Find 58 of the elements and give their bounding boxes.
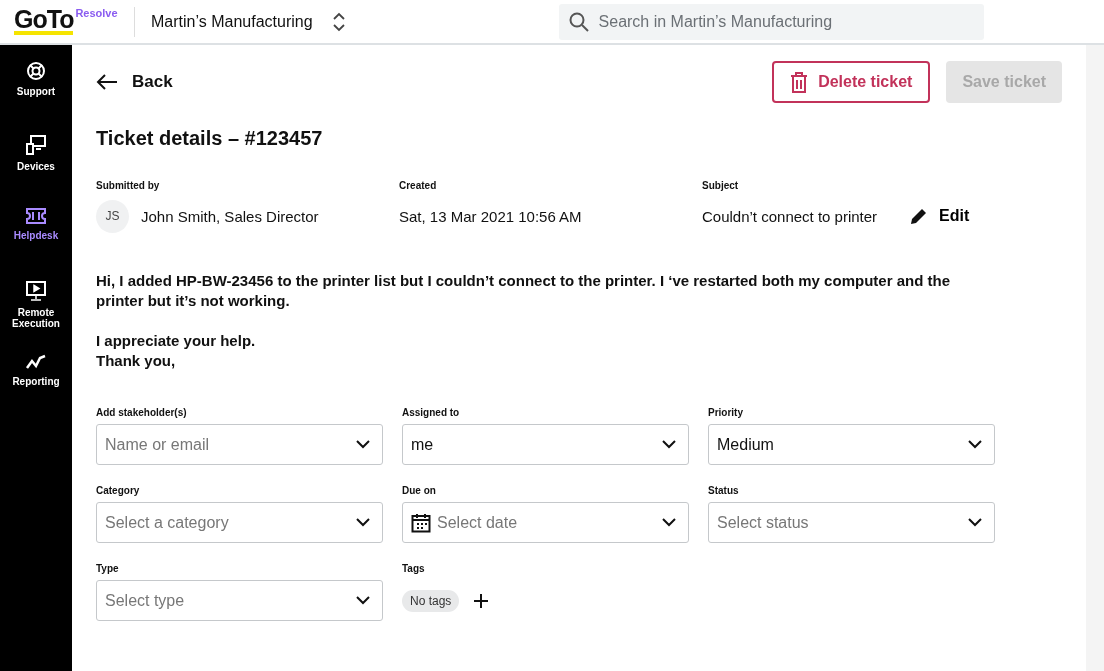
lifebuoy-icon — [26, 61, 46, 81]
plus-icon — [473, 592, 490, 609]
field-label: Status — [708, 485, 740, 496]
line-chart-icon — [25, 353, 47, 371]
dropdown-select[interactable]: me — [402, 424, 689, 465]
field-label: Priority — [708, 407, 744, 418]
meta-label: Submitted by — [96, 180, 161, 191]
field-label: Add stakeholder(s) — [96, 407, 188, 418]
delete-button[interactable]: Delete ticket — [772, 61, 931, 103]
dropdown-select[interactable]: Select a category — [96, 502, 383, 543]
arrow-left-icon — [96, 74, 118, 90]
chevron-down-icon — [662, 518, 676, 527]
page-title: Ticket details – #123457 — [96, 127, 324, 150]
chevron-down-icon — [356, 518, 370, 527]
field-label: Type — [96, 563, 120, 574]
field-label: Tags — [402, 563, 426, 574]
sidebar-item[interactable]: Remote Execution — [0, 276, 72, 349]
chevron-down-icon — [356, 440, 370, 449]
dropdown-select[interactable]: Select type — [96, 580, 383, 621]
chevron-down-icon — [356, 596, 370, 605]
meta-value: John Smith, Sales Director — [141, 207, 319, 225]
add-tag-button[interactable] — [473, 592, 490, 609]
meta-label: Subject — [702, 180, 740, 191]
meta-value: Couldn’t connect to printer — [702, 207, 878, 225]
sidebar-item[interactable]: Helpdesk — [0, 203, 72, 276]
calendar-icon — [411, 512, 431, 533]
monitor-play-icon — [25, 280, 47, 302]
product-label: Resolve — [75, 6, 118, 19]
tag-chip: No tags — [402, 589, 460, 612]
chevron-down-icon — [662, 440, 676, 449]
meta-value: Sat, 13 Mar 2021 10:56 AM — [399, 207, 582, 225]
search-field[interactable]: Search in Martin’s Manufacturing — [558, 3, 984, 40]
chevron-down-icon — [968, 518, 982, 527]
message-text: Hi, I added HP-BW-23456 to the printer list but I couldn’t connect to the printer. I ‘ve restarted both my computer and the printer but it’s not working. — [96, 271, 951, 311]
sidebar-item[interactable]: Devices — [0, 130, 72, 203]
field-label: Category — [96, 485, 141, 496]
chevron-down-icon — [968, 440, 982, 449]
message-text: Thank you, — [96, 351, 177, 371]
avatar: JS — [96, 199, 129, 233]
edit-button[interactable]: Edit — [909, 206, 970, 226]
search-icon — [568, 11, 589, 32]
company-name[interactable]: Martin’s Manufacturing — [151, 12, 313, 31]
sidebar-item[interactable]: Support — [0, 57, 72, 130]
trash-icon — [790, 71, 809, 93]
dropdown-select[interactable]: Name or email — [96, 424, 383, 465]
sidebar-item[interactable]: Reporting — [0, 349, 72, 422]
field-label: Assigned to — [402, 407, 461, 418]
logo[interactable]: GoTo — [14, 6, 74, 35]
dropdown-select[interactable]: Medium — [708, 424, 995, 465]
field-label: Due on — [402, 485, 437, 496]
date-select[interactable]: Select date — [402, 502, 689, 543]
meta-label: Created — [399, 180, 438, 191]
back-link[interactable]: Back — [96, 72, 173, 92]
ticket-icon — [25, 207, 47, 225]
switch-icon[interactable] — [332, 11, 345, 32]
devices-icon — [25, 134, 47, 156]
dropdown-select[interactable]: Select status — [708, 502, 995, 543]
message-text: I appreciate your help. — [96, 331, 257, 351]
